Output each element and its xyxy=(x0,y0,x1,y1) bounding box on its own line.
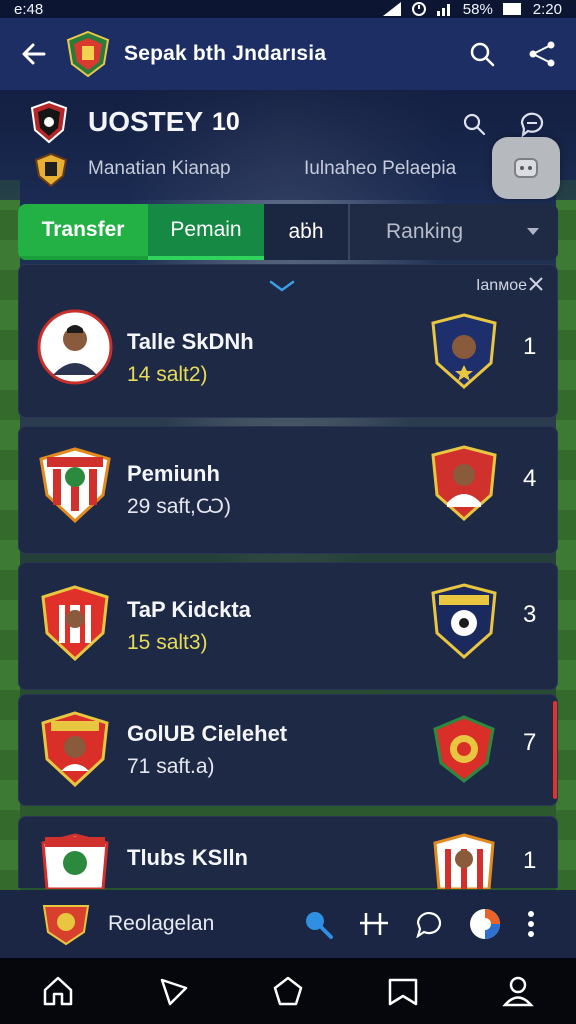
card-rank: 3 xyxy=(523,601,537,628)
search-button[interactable] xyxy=(464,36,500,72)
wifi-signal-icon xyxy=(436,4,450,16)
avatar xyxy=(37,309,113,385)
card-meta: 14 salt2) xyxy=(127,363,208,386)
chevron-down-icon[interactable] xyxy=(267,277,297,295)
close-icon[interactable] xyxy=(527,275,545,293)
more-vertical-icon[interactable] xyxy=(526,910,536,938)
signal-icon xyxy=(382,2,401,16)
header-subtitle-right: Iulnaheo Pelaepia xyxy=(304,158,457,179)
app-title: Sepak bth Jndarısia xyxy=(124,42,327,65)
card-name: TaP Kidckta xyxy=(127,597,251,622)
share-button[interactable] xyxy=(524,36,560,72)
back-triangle-icon[interactable] xyxy=(156,974,190,1008)
club-badge-icon xyxy=(41,585,109,661)
club-badge-icon xyxy=(41,833,109,889)
recents-icon[interactable] xyxy=(386,974,420,1008)
list-item[interactable]: TaP Kidckta 15 salt3) 3 xyxy=(18,562,558,690)
card-rank: 4 xyxy=(523,465,537,492)
search-icon[interactable] xyxy=(302,908,334,940)
more-label[interactable]: Іаnмое xyxy=(476,277,527,295)
app-bar: Sepak bth Jndarısia xyxy=(0,18,576,90)
status-time-left: e:48 xyxy=(14,0,44,18)
caret-down-icon xyxy=(527,228,539,235)
battery-icon xyxy=(502,3,521,15)
league-logo-icon xyxy=(30,100,68,144)
chat-bubble-icon xyxy=(520,112,544,137)
card-rank: 1 xyxy=(523,333,537,360)
chat-bubble-icon[interactable] xyxy=(414,910,444,938)
club-badge-icon xyxy=(39,447,111,523)
home-icon[interactable] xyxy=(41,974,75,1008)
search-icon xyxy=(470,42,495,67)
card-meta: 15 salt3) xyxy=(127,631,208,654)
team-crest-icon xyxy=(433,833,495,889)
league-count: 10 xyxy=(212,108,240,136)
card-rank: 7 xyxy=(523,729,537,756)
club-logo-small-icon xyxy=(34,152,68,188)
list-item[interactable]: Pemiunh 29 saft,Ѡ) 4 xyxy=(18,426,558,554)
profile-icon[interactable] xyxy=(501,974,535,1008)
team-crest-icon xyxy=(431,445,497,521)
bottom-bar: Reolagelan xyxy=(0,890,576,958)
back-button[interactable] xyxy=(16,36,52,72)
tab-pemain[interactable]: Pemain xyxy=(148,204,264,260)
tab-abh[interactable]: aḃh xyxy=(264,204,350,260)
card-name: Tlubs KSlln xyxy=(127,845,248,870)
filter-bars-icon[interactable] xyxy=(358,909,390,939)
stadium-background-right xyxy=(556,180,576,954)
search-icon xyxy=(463,113,486,136)
floating-action-button[interactable] xyxy=(492,137,560,199)
tab-ranking-label: Ranking xyxy=(386,220,464,243)
card-rank: 1 xyxy=(523,847,537,874)
alarm-icon xyxy=(411,2,426,16)
list-item[interactable]: Іаnмое Talle SkDNh 14 salt2) 1 xyxy=(18,264,558,418)
team-crest-icon xyxy=(431,313,497,389)
status-bar: e:48 58% 2:20 xyxy=(0,0,576,18)
team-crest-icon xyxy=(433,715,495,783)
team-crest-icon xyxy=(431,583,497,659)
highlight-edge xyxy=(553,701,557,799)
circle-home-icon[interactable] xyxy=(271,974,305,1008)
system-navigation-bar xyxy=(0,958,576,1024)
league-header: UOSTEY 10 Manatian Kianap Iulnaheo Pelae… xyxy=(0,90,576,200)
header-subtitle-left: Manatian Kianap xyxy=(88,158,231,179)
tab-transfer[interactable]: Transfer xyxy=(18,204,148,260)
logo-badge-icon[interactable] xyxy=(468,907,502,941)
stadium-background-left xyxy=(0,180,20,954)
tab-bar: Transfer Pemain aḃh Ranking xyxy=(18,204,558,260)
card-name: Talle SkDNh xyxy=(127,329,254,354)
robot-face-icon xyxy=(514,158,538,178)
status-time-right: 2:20 xyxy=(532,0,562,18)
card-name: GolUB Cielehet xyxy=(127,721,288,746)
club-crest-logo xyxy=(66,30,110,78)
tab-ranking[interactable]: Ranking xyxy=(350,204,558,260)
arrow-left-icon xyxy=(22,43,46,65)
card-name: Pemiunh xyxy=(127,461,220,486)
header-search-button[interactable] xyxy=(456,106,492,142)
bottom-label[interactable]: Reolagelan xyxy=(108,912,302,936)
club-crest-logo xyxy=(42,905,90,946)
card-meta: 29 saft,Ѡ) xyxy=(127,495,231,518)
list-item[interactable]: GolUB Cielehet 71 saft.a) 7 xyxy=(18,694,558,806)
league-name: UOSTEY xyxy=(88,106,204,137)
club-badge-icon xyxy=(41,711,109,787)
battery-text: 58% xyxy=(462,0,493,18)
share-icon xyxy=(529,41,555,67)
card-meta: 71 saft.a) xyxy=(127,755,215,778)
list-item[interactable]: Tlubs KSlln 1 xyxy=(18,816,558,889)
